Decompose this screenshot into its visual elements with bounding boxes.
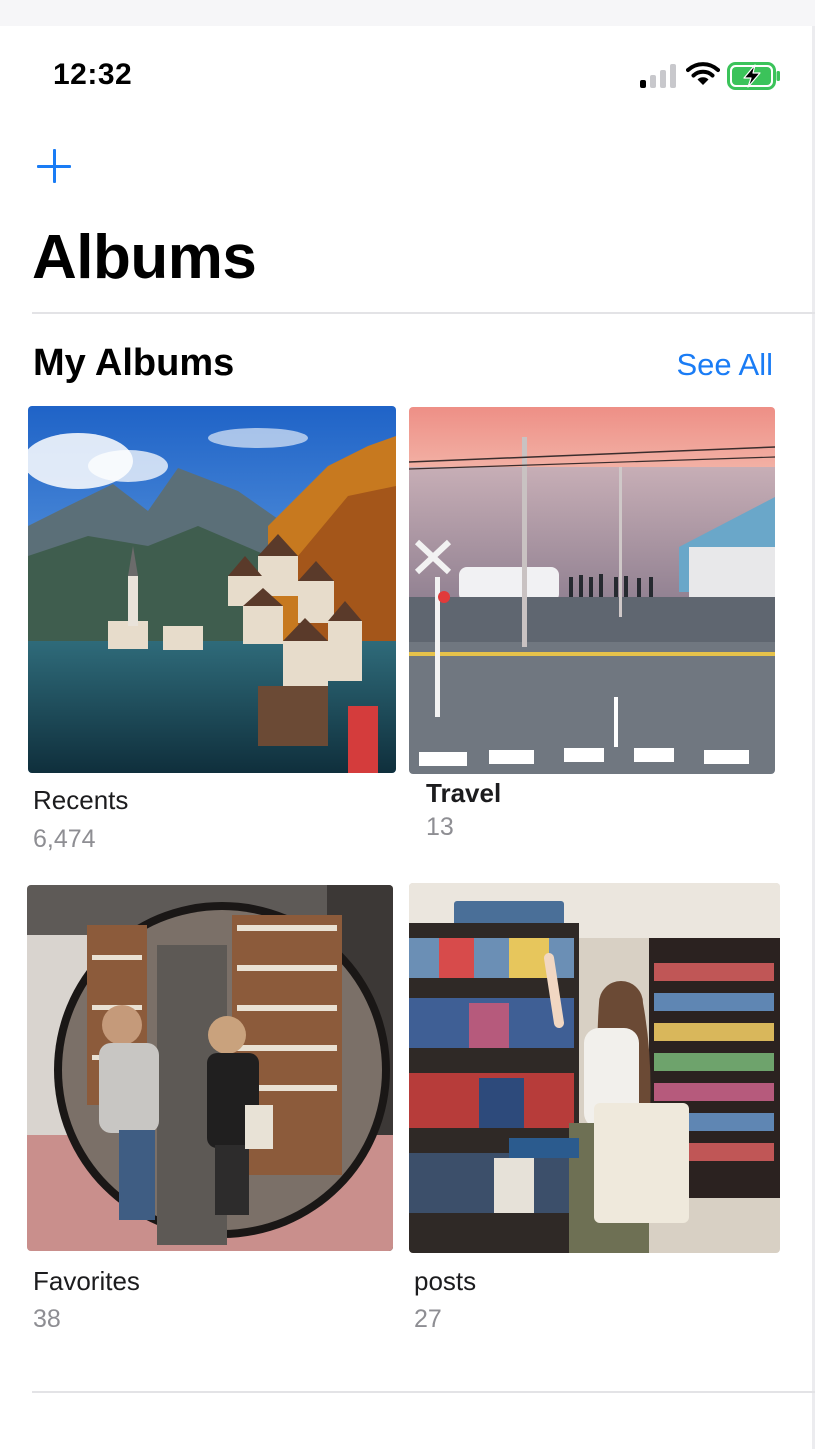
album-thumbnail-posts[interactable]: [409, 883, 780, 1253]
title-divider: [32, 312, 815, 314]
album-count-recents: 6,474: [33, 825, 96, 853]
album-thumbnail-recents[interactable]: [28, 406, 396, 773]
album-name-recents[interactable]: Recents: [33, 785, 128, 816]
page-title: Albums: [32, 223, 257, 292]
wifi-icon: [686, 62, 720, 85]
album-thumbnail-travel[interactable]: [409, 407, 775, 774]
top-strip: [0, 0, 815, 26]
battery-charging-icon: [727, 62, 780, 90]
album-name-travel[interactable]: Travel: [426, 778, 501, 809]
bottom-divider: [32, 1391, 815, 1393]
album-name-posts[interactable]: posts: [414, 1266, 476, 1297]
album-thumbnail-favorites[interactable]: [27, 885, 393, 1251]
add-album-button[interactable]: [34, 146, 74, 186]
cellular-signal-icon: [640, 64, 678, 88]
status-time: 12:32: [53, 58, 133, 91]
see-all-button[interactable]: See All: [676, 347, 773, 383]
album-count-travel: 13: [426, 813, 454, 841]
section-title: My Albums: [33, 342, 235, 384]
album-count-posts: 27: [414, 1305, 442, 1333]
album-name-favorites[interactable]: Favorites: [33, 1266, 140, 1297]
album-count-favorites: 38: [33, 1305, 61, 1333]
